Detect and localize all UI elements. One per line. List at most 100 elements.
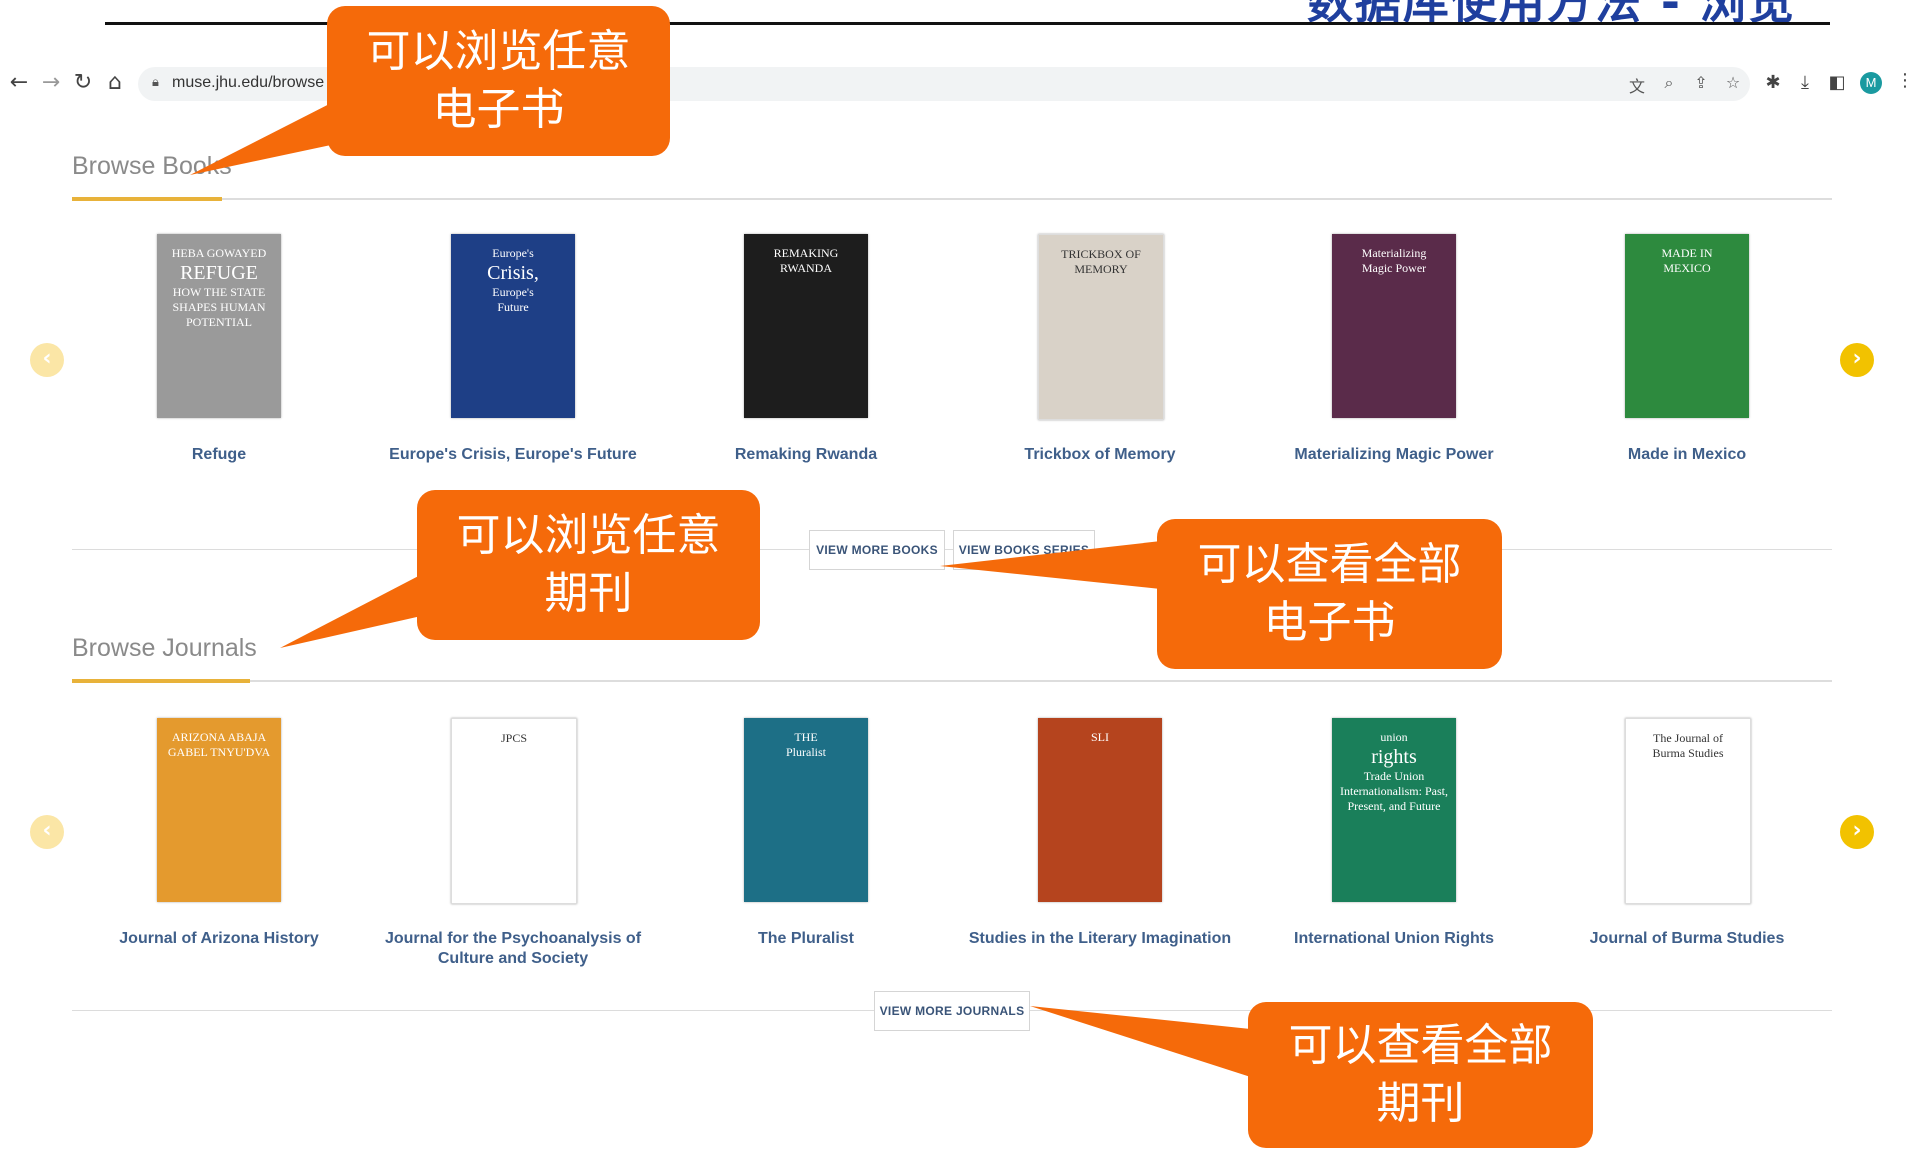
book-cover[interactable]: MADE IN MEXICO bbox=[1625, 234, 1749, 418]
avatar[interactable]: M bbox=[1860, 72, 1882, 94]
cover-line: union bbox=[1380, 730, 1408, 744]
cover-line: Europe's bbox=[492, 246, 534, 260]
cover-line: MEXICO bbox=[1663, 261, 1711, 275]
view-more-books-button[interactable]: VIEW MORE BOOKS bbox=[809, 530, 945, 570]
journal-cover-art[interactable]: The Journal of Burma Studies bbox=[1625, 718, 1751, 904]
book-cover[interactable]: HEBA GOWAYED REFUGE HOW THE STATE SHAPES H… bbox=[157, 234, 281, 418]
cover-line: TRICKBOX OF MEMORY bbox=[1061, 247, 1141, 276]
journal-cover[interactable]: SLI bbox=[1038, 718, 1162, 902]
cover-line: Burma Studies bbox=[1652, 746, 1724, 760]
book-title-link[interactable]: Remaking Rwanda bbox=[666, 445, 946, 465]
journal-cover-text: union rights Trade Union Internationalism:… bbox=[1338, 730, 1450, 814]
journals-heading-rule bbox=[72, 680, 1832, 682]
view-books-series-button[interactable]: VIEW BOOKS SERIES bbox=[953, 530, 1095, 570]
books-heading-accent bbox=[72, 197, 222, 201]
cover-line: The Journal of bbox=[1653, 731, 1723, 745]
book-cover-text: Materializing Magic Power bbox=[1338, 246, 1450, 276]
sidepanel-icon[interactable]: ◧ bbox=[1826, 72, 1848, 93]
books-heading-rule bbox=[72, 198, 1832, 200]
url-text[interactable]: muse.jhu.edu/browse bbox=[172, 74, 324, 92]
book-cover[interactable]: TRICKBOX OF MEMORY bbox=[1038, 234, 1164, 420]
book-cover-art[interactable]: HEBA GOWAYED REFUGE HOW THE STATE SHAPES H… bbox=[157, 234, 281, 418]
journal-title-link[interactable]: Journal of Arizona History bbox=[79, 929, 359, 949]
cover-line: Materializing bbox=[1361, 246, 1427, 260]
journal-title-link[interactable]: International Union Rights bbox=[1254, 929, 1534, 949]
slide-title: 数据库使用方法 - 浏览 bbox=[1306, 0, 1796, 29]
journal-cover-text: JPCS bbox=[458, 731, 570, 746]
journal-cover-art[interactable]: SLI bbox=[1038, 718, 1162, 902]
journal-cover[interactable]: ARIZONA ABAJA GABEL TNYU'DVA bbox=[157, 718, 281, 902]
journal-cover-art[interactable]: JPCS bbox=[451, 718, 577, 904]
journal-cover-art[interactable]: union rights Trade Union Internationalism:… bbox=[1332, 718, 1456, 902]
journal-cover-text: ARIZONA ABAJA GABEL TNYU'DVA bbox=[163, 730, 275, 760]
zoom-icon[interactable]: ⌕ bbox=[1658, 73, 1680, 93]
share-icon[interactable]: ⇪ bbox=[1690, 73, 1712, 92]
book-cover[interactable]: Europe's Crisis, Europe's Future bbox=[451, 234, 575, 418]
book-title-link[interactable]: Refuge bbox=[79, 445, 359, 465]
journal-cover[interactable]: THE Pluralist bbox=[744, 718, 868, 902]
journal-title-link[interactable]: Studies in the Literary Imagination bbox=[960, 929, 1240, 949]
cover-line: GABEL TNYU'DVA bbox=[167, 745, 271, 759]
callout-view-all-books: 可以查看全部 电子书 bbox=[1157, 519, 1502, 669]
callout-line: 可以查看全部 bbox=[1288, 1020, 1553, 1071]
cover-line: REFUGE bbox=[180, 262, 258, 284]
cover-line: THE bbox=[794, 730, 818, 744]
browser-toolbar: ← → ↻ ⌂ 🔒︎ muse.jhu.edu/browse 文 ⌕ ⇪ ☆ ✱… bbox=[0, 58, 1906, 108]
view-more-journals-button[interactable]: VIEW MORE JOURNALS bbox=[874, 991, 1030, 1031]
browse-books-heading: Browse Books bbox=[72, 152, 232, 180]
lock-icon[interactable]: 🔒︎ bbox=[152, 75, 159, 90]
journal-cover[interactable]: The Journal of Burma Studies bbox=[1625, 718, 1751, 904]
back-icon[interactable]: ← bbox=[6, 70, 32, 96]
reload-icon[interactable]: ↻ bbox=[70, 70, 96, 96]
download-icon[interactable]: ⤓ bbox=[1794, 72, 1816, 93]
cover-line: ARIZONA ABAJA bbox=[171, 730, 267, 744]
book-title-link[interactable]: Trickbox of Memory bbox=[960, 445, 1240, 465]
cover-line: HOW THE STATE SHAPES HUMAN POTENTIAL bbox=[172, 285, 266, 329]
star-icon[interactable]: ☆ bbox=[1722, 73, 1744, 92]
book-cover-text: MADE IN MEXICO bbox=[1631, 246, 1743, 276]
pointer-view-all-journals bbox=[1030, 1006, 1260, 1080]
book-cover-text: Europe's Crisis, Europe's Future bbox=[457, 246, 569, 315]
journals-next-arrow[interactable]: › bbox=[1840, 815, 1874, 849]
book-cover[interactable]: REMAKING RWANDA bbox=[744, 234, 868, 418]
journal-title-link[interactable]: Journal for the Psychoanalysis of Cultur… bbox=[373, 929, 653, 969]
books-prev-arrow[interactable]: ‹ bbox=[30, 343, 64, 377]
cover-line: Trade Union Internationalism: Past, Pres… bbox=[1340, 769, 1448, 813]
book-cover-art[interactable]: Europe's Crisis, Europe's Future bbox=[451, 234, 575, 418]
cover-line: Future bbox=[497, 300, 529, 314]
book-cover-art[interactable]: Materializing Magic Power bbox=[1332, 234, 1456, 418]
book-cover-art[interactable]: TRICKBOX OF MEMORY bbox=[1038, 234, 1164, 420]
callout-browse-books: 可以浏览任意 电子书 bbox=[327, 6, 670, 156]
cover-line: Europe's bbox=[492, 285, 534, 299]
journals-prev-arrow[interactable]: ‹ bbox=[30, 815, 64, 849]
journal-cover-art[interactable]: ARIZONA ABAJA GABEL TNYU'DVA bbox=[157, 718, 281, 902]
callout-line: 期刊 bbox=[544, 568, 633, 619]
home-icon[interactable]: ⌂ bbox=[102, 70, 128, 96]
journal-title-link[interactable]: The Pluralist bbox=[666, 929, 946, 949]
books-next-arrow[interactable]: › bbox=[1840, 343, 1874, 377]
book-cover-art[interactable]: MADE IN MEXICO bbox=[1625, 234, 1749, 418]
book-cover[interactable]: Materializing Magic Power bbox=[1332, 234, 1456, 418]
journal-cover[interactable]: JPCS bbox=[451, 718, 577, 904]
forward-icon[interactable]: → bbox=[38, 70, 64, 96]
callout-line: 可以浏览任意 bbox=[456, 510, 721, 561]
callout-line: 期刊 bbox=[1376, 1078, 1465, 1129]
book-title-link[interactable]: Made in Mexico bbox=[1547, 445, 1827, 465]
book-cover-art[interactable]: REMAKING RWANDA bbox=[744, 234, 868, 418]
book-title-link[interactable]: Europe's Crisis, Europe's Future bbox=[373, 445, 653, 465]
book-title-link[interactable]: Materializing Magic Power bbox=[1254, 445, 1534, 465]
callout-line: 可以浏览任意 bbox=[366, 26, 631, 77]
callout-line: 电子书 bbox=[432, 84, 565, 135]
callout-browse-journals: 可以浏览任意 期刊 bbox=[417, 490, 760, 640]
journal-cover-art[interactable]: THE Pluralist bbox=[744, 718, 868, 902]
menu-icon[interactable]: ⋮ bbox=[1896, 70, 1906, 91]
book-cover-text: HEBA GOWAYED REFUGE HOW THE STATE SHAPES H… bbox=[163, 246, 275, 330]
translate-icon[interactable]: 文 bbox=[1626, 73, 1648, 97]
journal-title-link[interactable]: Journal of Burma Studies bbox=[1547, 929, 1827, 949]
journal-cover[interactable]: union rights Trade Union Internationalism:… bbox=[1332, 718, 1456, 902]
browse-journals-heading: Browse Journals bbox=[72, 634, 257, 662]
cover-line: JPCS bbox=[500, 731, 528, 745]
cover-line: HEBA GOWAYED bbox=[171, 246, 267, 260]
extensions-icon[interactable]: ✱ bbox=[1762, 72, 1784, 93]
book-cover-text: REMAKING RWANDA bbox=[750, 246, 862, 276]
